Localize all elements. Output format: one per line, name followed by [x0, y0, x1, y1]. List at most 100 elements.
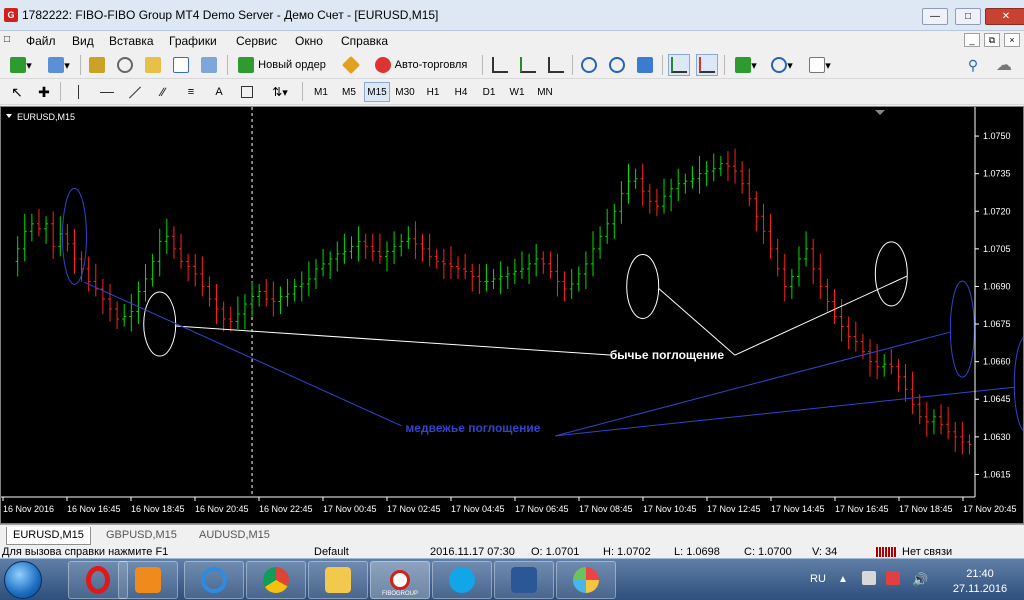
menu-file[interactable]: Файл: [26, 34, 56, 48]
bullish-connector-line: [734, 275, 908, 356]
chart-restore-button[interactable]: ⧉: [984, 33, 1000, 47]
timeframe-m15[interactable]: M15: [364, 82, 390, 102]
horizontal-line-tool[interactable]: [96, 81, 118, 103]
strategy-tester-button[interactable]: [198, 54, 220, 76]
taskbar-file-explorer[interactable]: [308, 561, 368, 599]
price-chart[interactable]: 1.0750 1.0735 1.0720 1.0705 1.0690 1.0675 1.06…: [1, 107, 1023, 523]
menu-charts[interactable]: Графики: [169, 34, 217, 48]
taskbar-chrome[interactable]: [246, 561, 306, 599]
tab-eurusd[interactable]: EURUSD,M15: [6, 527, 91, 545]
timeframe-w1[interactable]: W1: [504, 82, 530, 102]
menu-help[interactable]: Справка: [341, 34, 388, 48]
new-chart-button[interactable]: ▾: [6, 54, 36, 76]
trendline-icon: [128, 85, 142, 99]
indicators-button[interactable]: ▾: [730, 54, 762, 76]
word-icon: [511, 567, 537, 593]
toolbar-separator: [662, 55, 663, 75]
status-low: L: 1.0698: [674, 546, 720, 558]
tile-windows-button[interactable]: [634, 54, 656, 76]
zoom-out-button[interactable]: [606, 54, 628, 76]
chart-menu-arrow-icon[interactable]: [6, 114, 12, 118]
timeframe-d1[interactable]: D1: [476, 82, 502, 102]
time-tick-label: 17 Nov 00:45: [323, 504, 377, 514]
timeframe-mn[interactable]: MN: [532, 82, 558, 102]
autotrading-button[interactable]: Авто-торговля: [367, 54, 475, 76]
time-tick-label: 16 Nov 22:45: [259, 504, 313, 514]
text-tool[interactable]: A: [208, 81, 230, 103]
crosshair-tool[interactable]: ✚: [33, 81, 55, 103]
taskbar-fibo-group[interactable]: FIBOGROUP: [370, 561, 430, 599]
search-button[interactable]: ⚲: [962, 54, 984, 76]
arrows-tool[interactable]: ⇅ ▾: [264, 81, 296, 103]
new-order-button[interactable]: Новый ордер: [233, 54, 331, 76]
navigator-button[interactable]: [142, 54, 164, 76]
taskbar-word[interactable]: [494, 561, 554, 599]
chart-tabs: EURUSD,M15 GBPUSD,M15 AUDUSD,M15: [0, 524, 1024, 546]
chart-shift-button[interactable]: [696, 54, 718, 76]
timeframe-h4[interactable]: H4: [448, 82, 474, 102]
menu-insert[interactable]: Вставка: [109, 34, 154, 48]
periods-button[interactable]: ▾: [766, 54, 798, 76]
chart-minimize-button[interactable]: _: [964, 33, 980, 47]
terminal-button[interactable]: [170, 54, 192, 76]
menu-view[interactable]: Вид: [72, 34, 94, 48]
zoom-in-button[interactable]: [578, 54, 600, 76]
data-window-button[interactable]: [114, 54, 136, 76]
tester-icon: [201, 57, 217, 73]
trendline-tool[interactable]: [124, 81, 146, 103]
fibonacci-tool[interactable]: ≡: [180, 81, 202, 103]
taskbar-media-player[interactable]: [118, 561, 178, 599]
taskbar-internet-explorer[interactable]: [184, 561, 244, 599]
skype-icon: [449, 567, 475, 593]
standard-toolbar: ▾ ▾ Новый ордер Авто-торговля ▾ ▾ ▾ ⚲ ☁: [0, 51, 1024, 79]
close-button[interactable]: ✕: [985, 8, 1024, 25]
line-chart-icon: [548, 57, 564, 73]
templates-button[interactable]: ▾: [804, 54, 836, 76]
tab-audusd[interactable]: AUDUSD,M15: [193, 527, 276, 545]
status-high: H: 1.0702: [603, 546, 651, 558]
price-tick-label: 1.0705: [983, 244, 1011, 254]
maximize-button[interactable]: □: [955, 8, 981, 25]
time-tick-label: 17 Nov 02:45: [387, 504, 441, 514]
market-watch-button[interactable]: [86, 54, 108, 76]
timeframe-m1[interactable]: M1: [308, 82, 334, 102]
vertical-line-tool[interactable]: [67, 81, 89, 103]
volume-icon[interactable]: 🔊: [912, 572, 928, 588]
text-label-tool[interactable]: [236, 81, 258, 103]
chart-window-icon[interactable]: □: [4, 34, 10, 45]
time-tick-label: 17 Nov 08:45: [579, 504, 633, 514]
taskbar-paint[interactable]: [556, 561, 616, 599]
metaeditor-button[interactable]: [340, 54, 362, 76]
cursor-tool[interactable]: ↖: [6, 81, 28, 103]
timeframe-m30[interactable]: M30: [392, 82, 418, 102]
clock-time[interactable]: 21:40: [950, 568, 1010, 580]
clock-date[interactable]: 27.11.2016: [940, 583, 1020, 595]
chat-button[interactable]: ☁: [990, 54, 1018, 76]
price-tick-label: 1.0630: [983, 432, 1011, 442]
timeframe-h1[interactable]: H1: [420, 82, 446, 102]
fibonacci-icon: ≡: [187, 86, 195, 98]
timeframe-m5[interactable]: M5: [336, 82, 362, 102]
tab-gbpusd[interactable]: GBPUSD,M15: [100, 527, 183, 545]
bar-chart-button[interactable]: [489, 54, 511, 76]
chart-window[interactable]: 1.0750 1.0735 1.0720 1.0705 1.0690 1.0675 1.06…: [0, 106, 1024, 524]
start-button[interactable]: [4, 561, 42, 599]
menu-tools[interactable]: Сервис: [236, 34, 277, 48]
auto-scroll-button[interactable]: [668, 54, 690, 76]
taskbar-skype[interactable]: [432, 561, 492, 599]
autotrading-label: Авто-торговля: [394, 59, 468, 71]
input-language[interactable]: RU: [810, 573, 826, 585]
action-center-icon[interactable]: [862, 571, 876, 585]
chart-shift-marker-icon[interactable]: [875, 110, 885, 115]
network-error-icon[interactable]: [886, 571, 900, 585]
minimize-button[interactable]: —: [922, 8, 948, 25]
terminal-icon: [173, 57, 189, 73]
tray-chevron-icon[interactable]: ▲: [838, 574, 848, 585]
profiles-button[interactable]: ▾: [44, 54, 74, 76]
equidistant-channel-tool[interactable]: ∕∕: [152, 81, 174, 103]
line-chart-button[interactable]: [545, 54, 567, 76]
media-player-icon: [135, 567, 161, 593]
menu-window[interactable]: Окно: [295, 34, 323, 48]
chart-close-button[interactable]: ×: [1004, 33, 1020, 47]
candlestick-button[interactable]: [517, 54, 539, 76]
